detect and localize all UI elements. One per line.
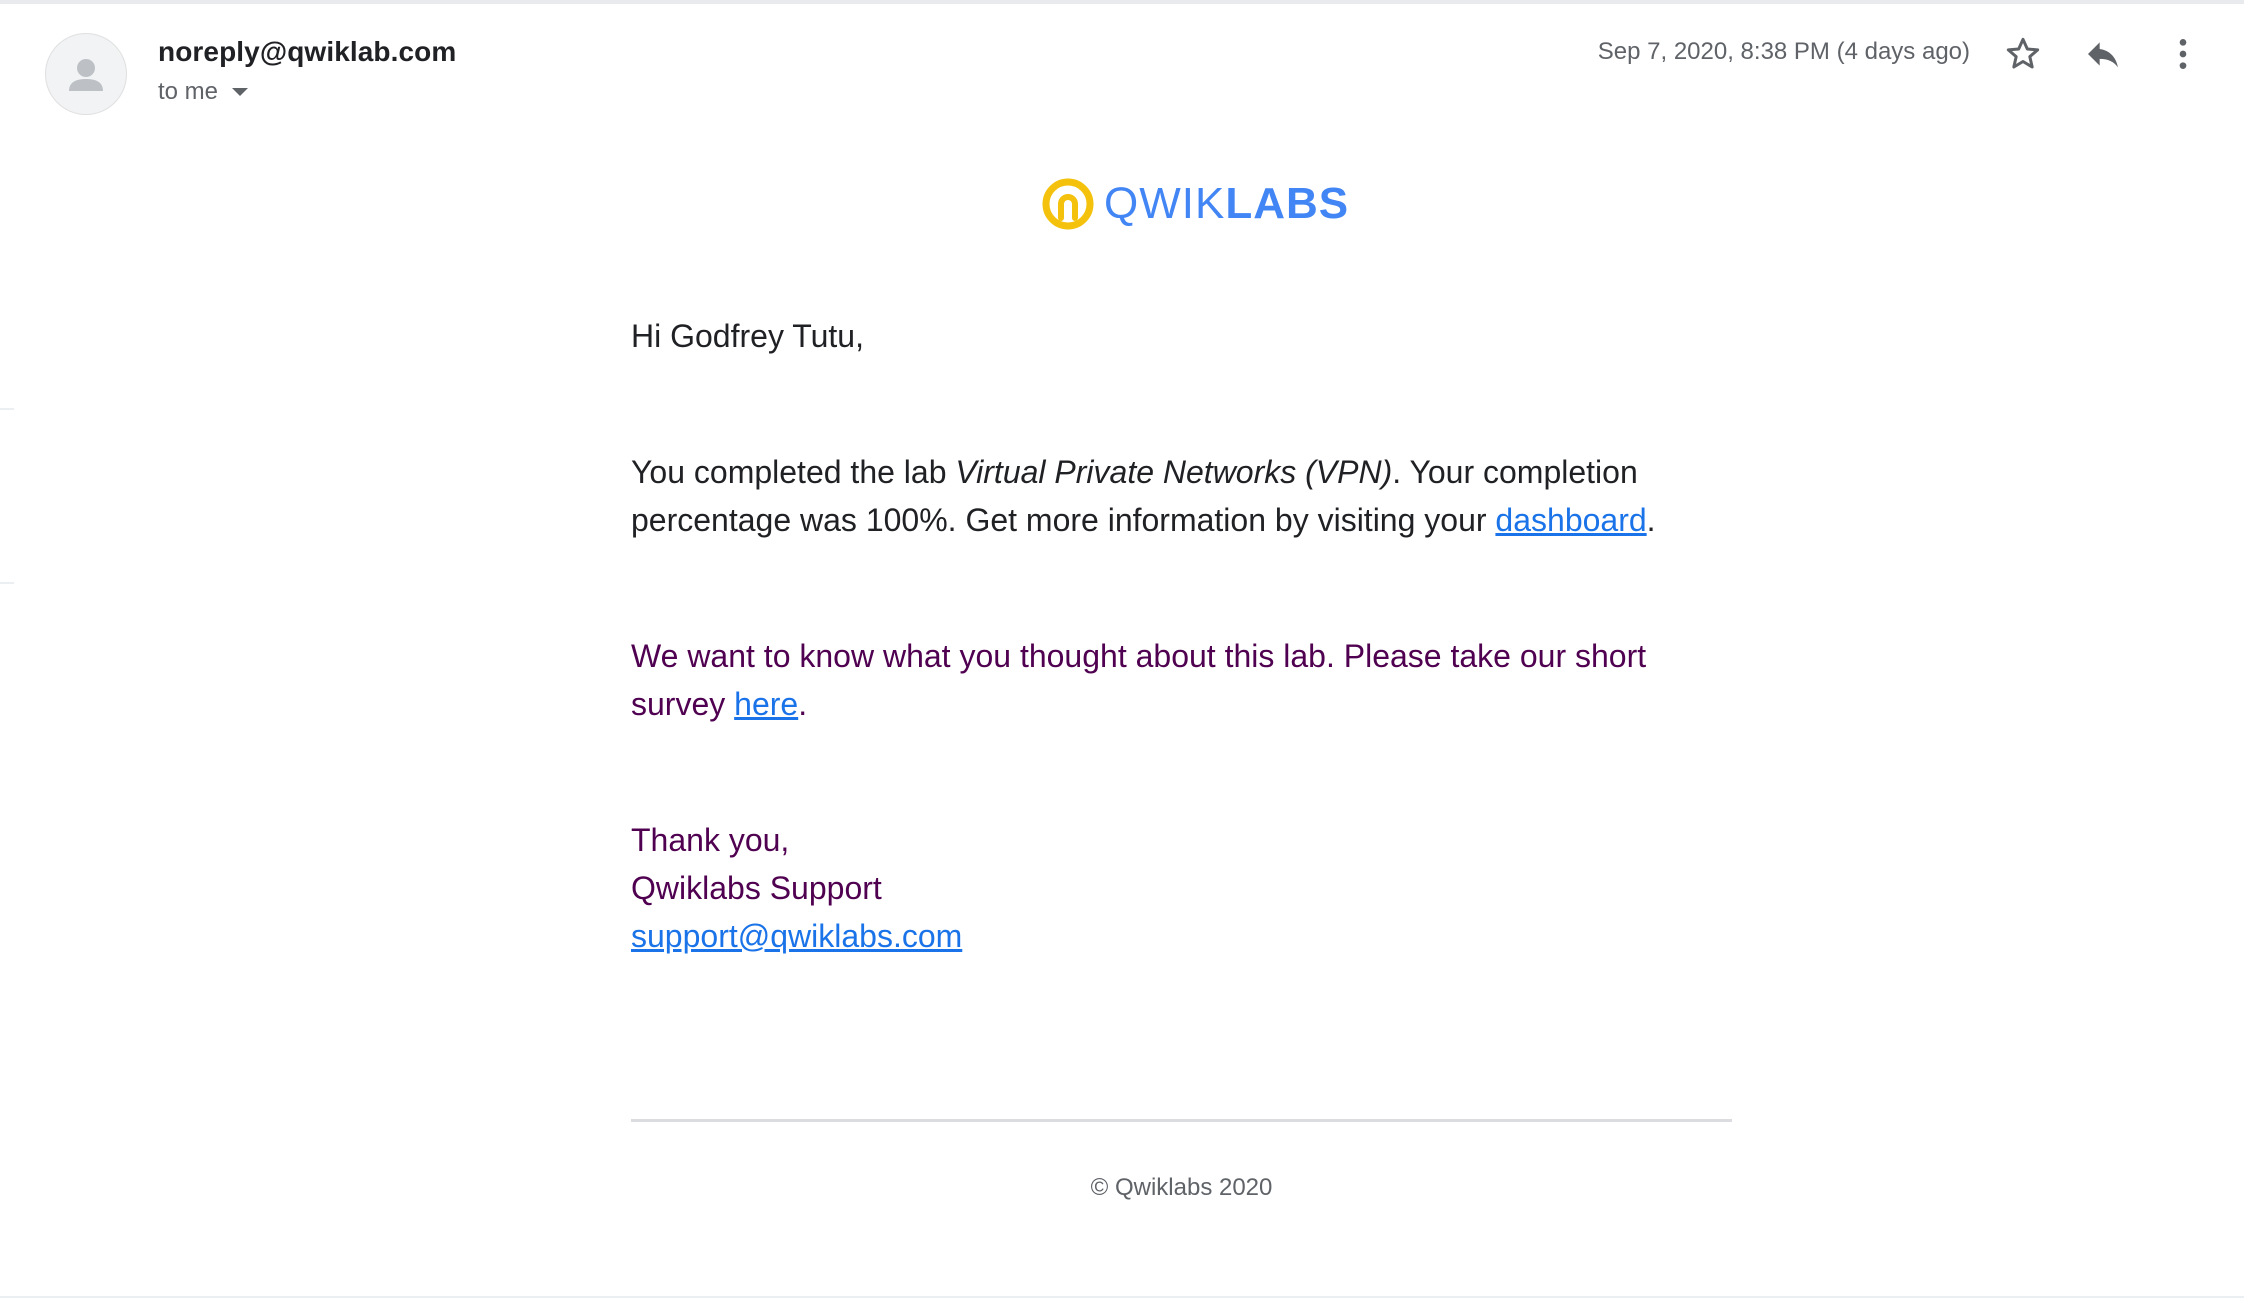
signoff: Thank you, Qwiklabs Support support@qwik… [631, 816, 1741, 960]
completion-suffix: . [1646, 502, 1656, 538]
signoff-team: Qwiklabs Support [631, 870, 882, 906]
caret-down-icon [232, 88, 249, 96]
completion-paragraph: You completed the lab Virtual Private Ne… [631, 448, 1741, 544]
star-outline-icon [2006, 37, 2040, 69]
more-vert-icon [2179, 39, 2187, 69]
recipient-label: to me [158, 78, 219, 105]
greeting: Hi Godfrey Tutu, [631, 318, 864, 354]
sender-address: noreply@qwiklab.com [158, 36, 457, 67]
footer-divider [631, 1119, 1732, 1122]
logo-text-labs: LABS [1225, 179, 1350, 228]
person-icon [69, 59, 103, 91]
qwiklabs-logo-mark-icon [1042, 178, 1094, 230]
message-timestamp: Sep 7, 2020, 8:38 PM (4 days ago) [1597, 38, 1970, 65]
survey-link[interactable]: here [734, 686, 798, 722]
recipient-dropdown[interactable]: to me [158, 78, 249, 106]
qwiklabs-logo: QWIKLABS [1040, 176, 1349, 232]
star-button[interactable] [1999, 30, 2047, 78]
survey-paragraph: We want to know what you thought about t… [631, 632, 1741, 728]
bottom-divider [0, 1296, 2244, 1298]
sender-avatar[interactable] [45, 33, 127, 115]
reply-icon [2088, 42, 2118, 68]
support-email-link[interactable]: support@qwiklabs.com [631, 918, 962, 954]
qwiklabs-logo-text: QWIKLABS [1104, 182, 1349, 226]
logo-text-qwik: QWIK [1104, 179, 1226, 228]
copyright-notice: © Qwiklabs 2020 [1090, 1174, 1273, 1201]
signoff-thanks: Thank you, [631, 822, 790, 858]
top-divider [0, 0, 2244, 4]
edge-divider [0, 582, 14, 584]
edge-divider [0, 408, 14, 410]
completion-prefix: You completed the lab [631, 454, 956, 490]
more-options-button[interactable] [2159, 30, 2207, 78]
reply-button[interactable] [2079, 30, 2127, 78]
lab-name: Virtual Private Networks (VPN) [955, 454, 1393, 490]
dashboard-link[interactable]: dashboard [1495, 502, 1646, 538]
survey-suffix: . [798, 686, 808, 722]
email-body: Hi Godfrey Tutu, You completed the lab V… [631, 312, 1741, 960]
